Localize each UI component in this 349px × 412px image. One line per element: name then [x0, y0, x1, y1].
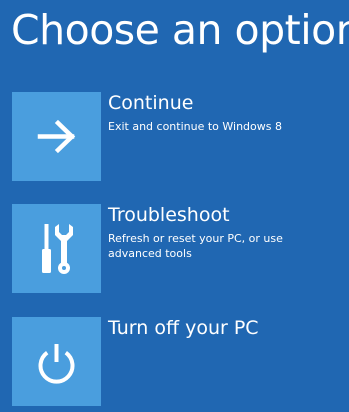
troubleshoot-title: Troubleshoot: [108, 204, 230, 226]
continue-option[interactable]: Continue Exit and continue to Windows 8: [12, 92, 342, 182]
wrench-icon: [55, 224, 73, 274]
troubleshoot-description: Refresh or reset your PC, or use advance…: [108, 232, 283, 260]
turn-off-option[interactable]: Turn off your PC: [12, 317, 342, 407]
screwdriver-icon: [42, 224, 51, 273]
turn-off-title: Turn off your PC: [108, 317, 259, 339]
page-title: Choose an option: [11, 6, 349, 54]
continue-title: Continue: [108, 92, 194, 114]
power-icon: [38, 344, 75, 384]
troubleshoot-option[interactable]: Troubleshoot Refresh or reset your PC, o…: [12, 204, 342, 294]
troubleshoot-tile[interactable]: [12, 204, 101, 293]
tools-icon: [42, 224, 73, 274]
continue-description: Exit and continue to Windows 8: [108, 120, 282, 133]
turn-off-tile[interactable]: [12, 317, 101, 406]
arrow-right-icon: [37, 119, 76, 154]
continue-tile[interactable]: [12, 92, 101, 181]
